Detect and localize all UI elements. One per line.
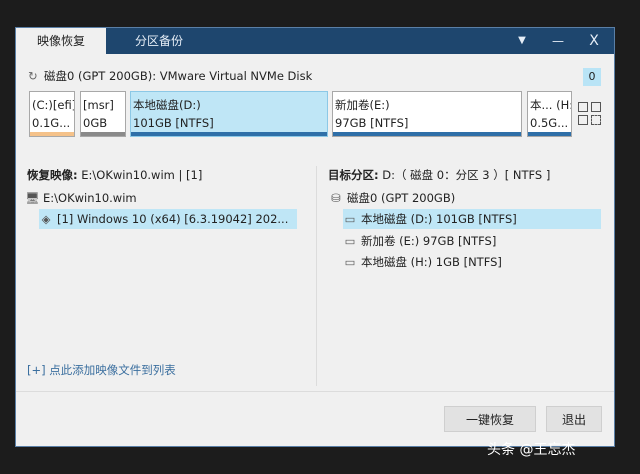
partition-usage-bar bbox=[131, 132, 327, 136]
main-window: 映像恢复 分区备份 ▼ — X ↻ 磁盘0 (GPT 200GB): VMware… bbox=[15, 27, 615, 447]
partition-h[interactable]: 本... (H:) 0.5G... bbox=[527, 91, 572, 137]
target-partition-h[interactable]: ▭ 本地磁盘 (H:) 1GB [NTFS] bbox=[343, 252, 502, 272]
partition-size: 97GB [NTFS] bbox=[335, 116, 409, 130]
minimize-button[interactable]: — bbox=[540, 28, 576, 54]
partition-usage-bar bbox=[333, 132, 521, 136]
partition-msr[interactable]: [msr] 0GB bbox=[80, 91, 126, 137]
target-partition-label: 目标分区: D:（ 磁盘 0：分区 3 ）[ NTFS ] bbox=[328, 168, 551, 182]
partition-usage-bar bbox=[528, 132, 571, 136]
view-grid-icon[interactable] bbox=[578, 102, 602, 126]
partition-size: 0GB bbox=[83, 116, 108, 130]
watermark-text: 头条 @王忘杰 bbox=[487, 442, 576, 458]
partition-size: 0.1G... bbox=[32, 116, 71, 130]
computer-icon: 🖥 bbox=[25, 191, 40, 205]
layers-icon: ◈ bbox=[41, 212, 51, 226]
partition-usage-bar bbox=[81, 132, 125, 136]
folder-icon: ▭ bbox=[344, 255, 356, 269]
title-bar: 映像恢复 分区备份 ▼ — X bbox=[16, 28, 614, 54]
partition-name: 本... (H:) bbox=[530, 98, 571, 112]
exit-button[interactable]: 退出 bbox=[546, 406, 602, 432]
image-index-item[interactable]: ◈ [1] Windows 10 (x64) [6.3.19042] 202... bbox=[39, 209, 297, 229]
panel-divider bbox=[316, 166, 317, 386]
disk-header: ↻ 磁盘0 (GPT 200GB): VMware Virtual NVMe Di… bbox=[28, 68, 312, 84]
partition-d[interactable]: 本地磁盘(D:) 101GB [NTFS] bbox=[130, 91, 328, 137]
partition-size: 101GB [NTFS] bbox=[133, 116, 214, 130]
tab-image-restore[interactable]: 映像恢复 bbox=[16, 28, 106, 54]
partition-name: [msr] bbox=[83, 98, 114, 112]
counter-badge: 0 bbox=[583, 68, 601, 86]
partition-name: 新加卷(E:) bbox=[335, 98, 390, 112]
partition-name: (C:)[efi] bbox=[32, 98, 75, 112]
menu-dropdown-icon[interactable]: ▼ bbox=[504, 28, 540, 54]
target-partition-e[interactable]: ▭ 新加卷 (E:) 97GB [NTFS] bbox=[343, 231, 497, 251]
partition-size: 0.5G... bbox=[530, 116, 569, 130]
target-disk-item[interactable]: ⛁ 磁盘0 (GPT 200GB) bbox=[329, 188, 455, 208]
refresh-icon[interactable]: ↻ bbox=[28, 68, 40, 84]
add-image-link[interactable]: [+] 点此添加映像文件到列表 bbox=[27, 362, 176, 378]
tab-partition-backup[interactable]: 分区备份 bbox=[114, 28, 204, 54]
image-file-item[interactable]: 🖥 E:\OKwin10.wim bbox=[25, 188, 137, 208]
disk-label: 磁盘0 (GPT 200GB): VMware Virtual NVMe Dis… bbox=[44, 69, 313, 83]
footer-divider bbox=[16, 391, 614, 392]
restore-image-label: 恢复映像: E:\OKwin10.wim | [1] bbox=[27, 168, 203, 182]
partition-c-efi[interactable]: (C:)[efi] 0.1G... bbox=[29, 91, 75, 137]
partition-name: 本地磁盘(D:) bbox=[133, 98, 201, 112]
folder-icon: ▭ bbox=[344, 234, 356, 248]
target-partition-d[interactable]: ▭ 本地磁盘 (D:) 101GB [NTFS] bbox=[343, 209, 601, 229]
close-button[interactable]: X bbox=[576, 28, 612, 54]
one-click-restore-button[interactable]: 一键恢复 bbox=[444, 406, 536, 432]
partition-e[interactable]: 新加卷(E:) 97GB [NTFS] bbox=[332, 91, 522, 137]
disk-icon: ⛁ bbox=[331, 191, 341, 205]
partition-usage-bar bbox=[30, 132, 74, 136]
folder-icon: ▭ bbox=[344, 212, 356, 226]
